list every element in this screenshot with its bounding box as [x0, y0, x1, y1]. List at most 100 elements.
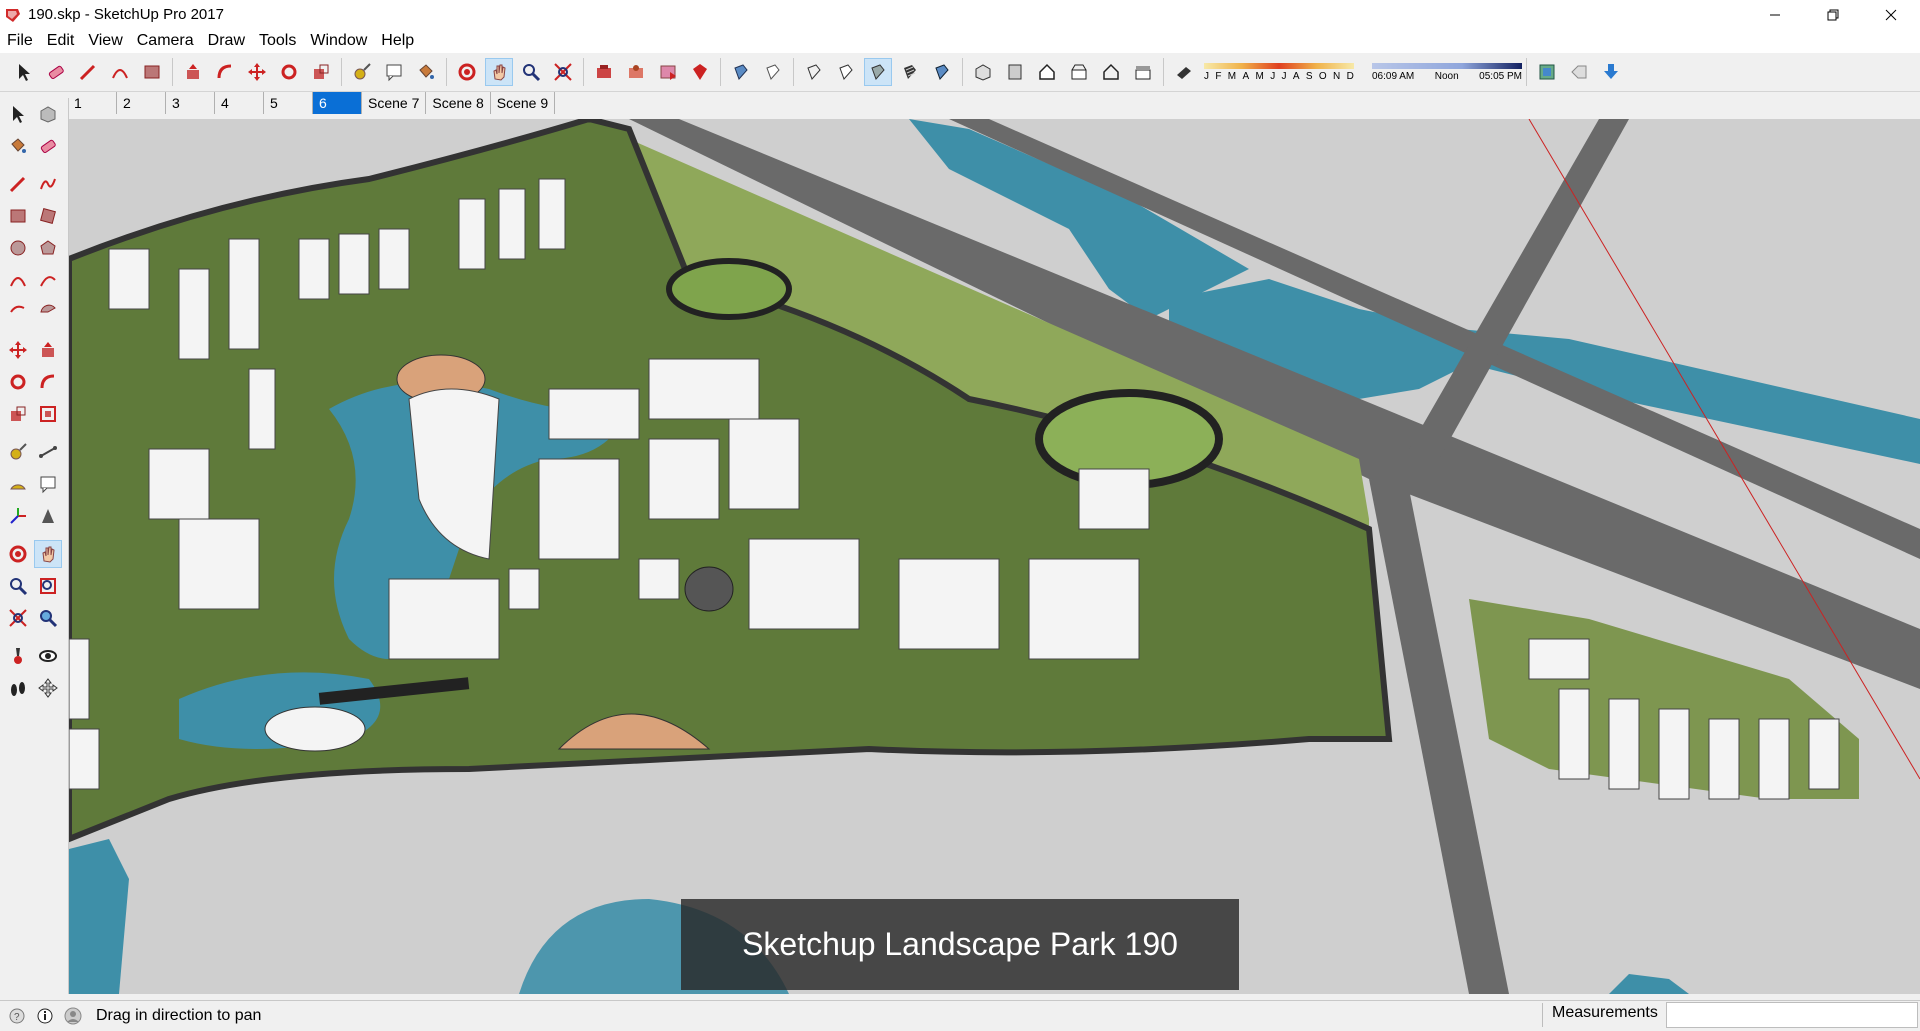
- select-tool-button[interactable]: [4, 100, 32, 128]
- pencil-tool-button[interactable]: [74, 58, 102, 86]
- extension-button[interactable]: [622, 58, 650, 86]
- circle-tool-button[interactable]: [4, 234, 32, 262]
- hidden-line-style-button[interactable]: [832, 58, 860, 86]
- walk-tool-button[interactable]: [4, 674, 32, 702]
- geolocation-status-button[interactable]: ?: [6, 1005, 28, 1027]
- eraser-tool-button[interactable]: [42, 58, 70, 86]
- section-plane-tool-button[interactable]: [34, 674, 62, 702]
- monochrome-style-button[interactable]: [928, 58, 956, 86]
- scene-tab-1[interactable]: 1: [68, 92, 117, 114]
- model-viewport[interactable]: Sketchup Landscape Park 190: [69, 119, 1920, 994]
- menu-tools[interactable]: Tools: [252, 32, 303, 50]
- two-point-arc-tool-button[interactable]: [34, 266, 62, 294]
- restore-button[interactable]: [1804, 0, 1862, 29]
- right-view-button[interactable]: [1065, 58, 1093, 86]
- xray-style-button[interactable]: [727, 58, 755, 86]
- eraser-tool-button[interactable]: [34, 132, 62, 160]
- account-status-button[interactable]: [62, 1005, 84, 1027]
- orbit-tool-button[interactable]: [453, 58, 481, 86]
- left-view-button[interactable]: [1129, 58, 1157, 86]
- 3d-text-tool-button[interactable]: [34, 502, 62, 530]
- rotate-tool-button[interactable]: [275, 58, 303, 86]
- orbit-tool-button[interactable]: [4, 540, 32, 568]
- close-button[interactable]: [1862, 0, 1920, 29]
- scene-tab-4[interactable]: 4: [215, 92, 264, 114]
- tape-measure-tool-button[interactable]: [4, 438, 32, 466]
- menu-camera[interactable]: Camera: [130, 32, 201, 50]
- paint-bucket-tool-button[interactable]: [412, 58, 440, 86]
- shadow-month-slider[interactable]: JFMAMJJASOND: [1204, 59, 1354, 85]
- push-pull-tool-button[interactable]: [179, 58, 207, 86]
- zoom-extents-tool-button[interactable]: [4, 604, 32, 632]
- scene-tab-5[interactable]: 5: [264, 92, 313, 114]
- shaded-style-button[interactable]: [864, 58, 892, 86]
- scene-tab-3[interactable]: 3: [166, 92, 215, 114]
- ruby-button[interactable]: [686, 58, 714, 86]
- zoom-window-tool-button[interactable]: [34, 572, 62, 600]
- text-tool-button[interactable]: [34, 470, 62, 498]
- arc-tool-button[interactable]: [106, 58, 134, 86]
- iso-view-button[interactable]: [969, 58, 997, 86]
- line-tool-button[interactable]: [4, 170, 32, 198]
- send-to-layout-button[interactable]: [654, 58, 682, 86]
- warehouse-button[interactable]: [590, 58, 618, 86]
- minimize-button[interactable]: [1746, 0, 1804, 29]
- arc-tool-button[interactable]: [4, 266, 32, 294]
- menu-window[interactable]: Window: [303, 32, 374, 50]
- paint-bucket-tool-button[interactable]: [4, 132, 32, 160]
- zoom-tool-button[interactable]: [517, 58, 545, 86]
- scene-tab-9[interactable]: Scene 9: [491, 92, 556, 114]
- menu-view[interactable]: View: [81, 32, 129, 50]
- push-pull-tool-button[interactable]: [34, 336, 62, 364]
- back-edges-style-button[interactable]: [759, 58, 787, 86]
- zoom-tool-button[interactable]: [4, 572, 32, 600]
- component-tool-button[interactable]: [34, 100, 62, 128]
- shadow-time-slider[interactable]: 06:09 AM Noon 05:05 PM: [1372, 59, 1522, 85]
- scene-tab-2[interactable]: 2: [117, 92, 166, 114]
- front-view-button[interactable]: [1033, 58, 1061, 86]
- menu-edit[interactable]: Edit: [40, 32, 82, 50]
- shadows-toggle-button[interactable]: [1170, 58, 1198, 86]
- axes-tool-button[interactable]: [4, 502, 32, 530]
- follow-me-tool-button[interactable]: [34, 368, 62, 396]
- credits-status-button[interactable]: [34, 1005, 56, 1027]
- move-tool-button[interactable]: [4, 336, 32, 364]
- wireframe-style-button[interactable]: [800, 58, 828, 86]
- three-point-arc-tool-button[interactable]: [4, 298, 32, 326]
- zoom-extents-tool-button[interactable]: [549, 58, 577, 86]
- pan-tool-button[interactable]: [34, 540, 62, 568]
- follow-me-tool-button[interactable]: [211, 58, 239, 86]
- back-view-button[interactable]: [1097, 58, 1125, 86]
- shaded-texture-style-button[interactable]: [896, 58, 924, 86]
- pan-tool-button[interactable]: [485, 58, 513, 86]
- rotated-rectangle-tool-button[interactable]: [34, 202, 62, 230]
- download-button[interactable]: [1597, 58, 1625, 86]
- tape-measure-tool-button[interactable]: [348, 58, 376, 86]
- dimension-tool-button[interactable]: [34, 438, 62, 466]
- freehand-tool-button[interactable]: [34, 170, 62, 198]
- menu-draw[interactable]: Draw: [201, 32, 252, 50]
- top-view-button[interactable]: [1001, 58, 1029, 86]
- scene-tab-8[interactable]: Scene 8: [426, 92, 491, 114]
- previous-view-tool-button[interactable]: [34, 604, 62, 632]
- menu-file[interactable]: File: [0, 32, 40, 50]
- scene-tab-6[interactable]: 6: [313, 92, 362, 114]
- offset-tool-button[interactable]: [34, 400, 62, 428]
- position-camera-tool-button[interactable]: [4, 642, 32, 670]
- measurements-input[interactable]: [1666, 1002, 1918, 1028]
- rectangle-tool-button[interactable]: [4, 202, 32, 230]
- tag-button[interactable]: [1565, 58, 1593, 86]
- pie-tool-button[interactable]: [34, 298, 62, 326]
- rotate-tool-button[interactable]: [4, 368, 32, 396]
- move-tool-button[interactable]: [243, 58, 271, 86]
- scale-tool-button[interactable]: [307, 58, 335, 86]
- scene-tab-7[interactable]: Scene 7: [362, 92, 427, 114]
- polygon-tool-button[interactable]: [34, 234, 62, 262]
- rectangle-tool-button[interactable]: [138, 58, 166, 86]
- scale-tool-button[interactable]: [4, 400, 32, 428]
- text-tool-button[interactable]: [380, 58, 408, 86]
- menu-help[interactable]: Help: [374, 32, 421, 50]
- protractor-tool-button[interactable]: [4, 470, 32, 498]
- styles-button[interactable]: [1533, 58, 1561, 86]
- select-tool-button[interactable]: [10, 58, 38, 86]
